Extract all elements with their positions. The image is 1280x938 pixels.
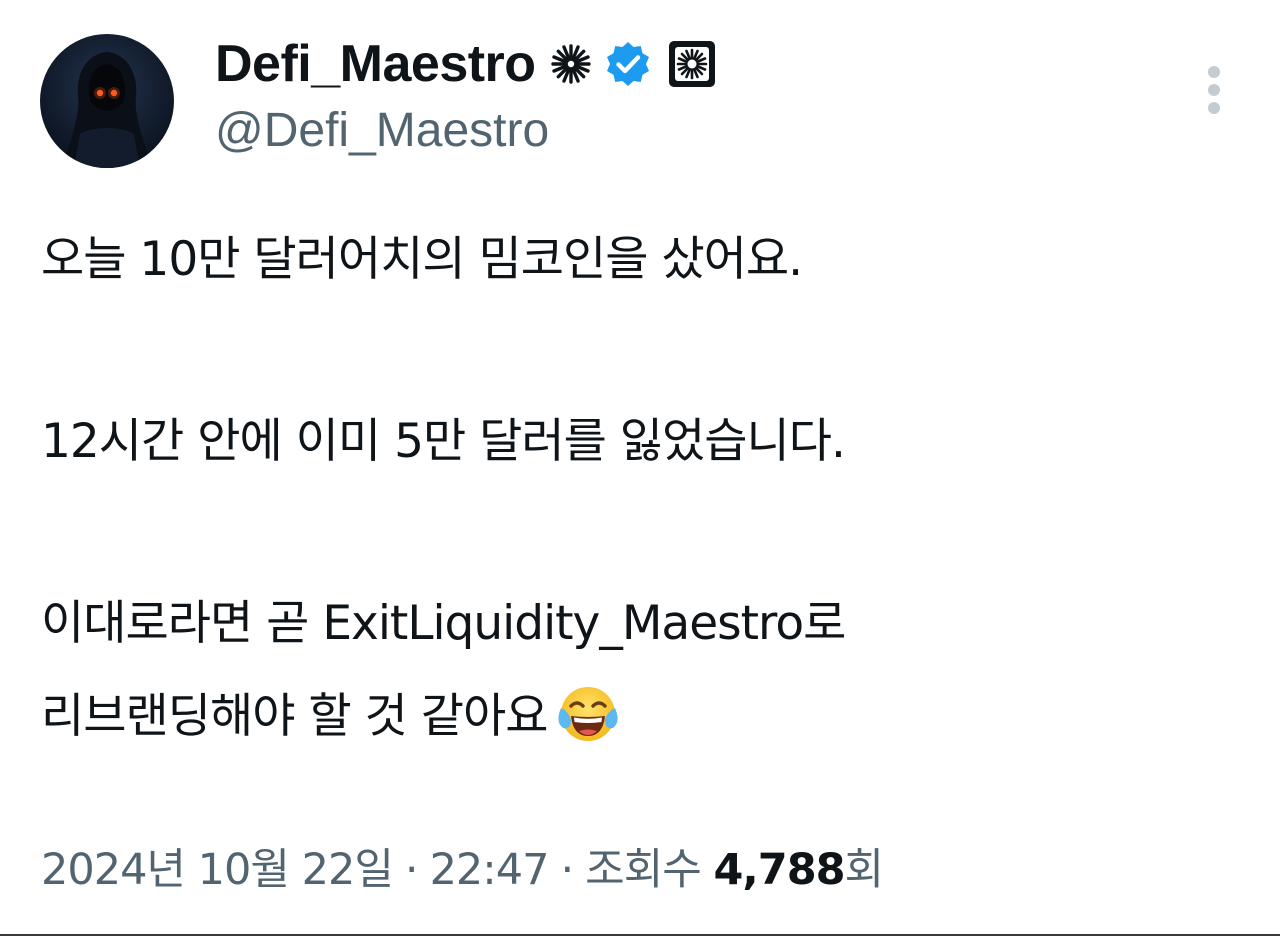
tears-of-joy-emoji xyxy=(557,684,619,763)
meta-separator: · xyxy=(404,845,419,895)
author-name-row: Defi_Maestro xyxy=(215,32,716,96)
tweet-text-line: 12시간 안에 이미 5만 달러를 잃었습니다. xyxy=(41,414,846,469)
tweet: Defi_Maestro @Defi_Maestro 오늘 10만 달러어치의 … xyxy=(0,0,1280,938)
meta-separator: · xyxy=(560,845,574,895)
more-dot-icon xyxy=(1208,66,1220,78)
more-options-button[interactable] xyxy=(1196,64,1232,116)
tweet-text-line-with-emoji: 리브랜딩해야 할 것 같아요 xyxy=(41,684,619,763)
tweet-date[interactable]: 2024년 10월 22일 xyxy=(41,845,394,895)
affiliate-logo-icon[interactable] xyxy=(668,40,716,88)
sunburst-icon xyxy=(550,43,592,85)
author-handle[interactable]: @Defi_Maestro xyxy=(215,103,549,158)
tweet-text-line: 리브랜딩해야 할 것 같아요 xyxy=(41,689,548,744)
verified-badge-icon[interactable] xyxy=(604,40,652,88)
views-label: 조회수 xyxy=(585,845,702,895)
divider xyxy=(0,934,1280,936)
more-dot-icon xyxy=(1208,84,1220,96)
views-count: 4,788 xyxy=(713,845,846,895)
tweet-text-line: 오늘 10만 달러어치의 밈코인을 샀어요. xyxy=(41,232,803,287)
display-name[interactable]: Defi_Maestro xyxy=(215,34,536,94)
tweet-meta: 2024년 10월 22일 · 22:47 · 조회수 4,788회 xyxy=(41,838,885,902)
more-dot-icon xyxy=(1208,102,1220,114)
tweet-time[interactable]: 22:47 xyxy=(430,845,550,895)
hooded-figure-icon xyxy=(62,52,152,168)
tweet-text-line: 이대로라면 곧 ExitLiquidity_Maestro로 xyxy=(41,596,846,651)
avatar[interactable] xyxy=(40,34,174,168)
views-suffix: 회 xyxy=(844,845,885,895)
